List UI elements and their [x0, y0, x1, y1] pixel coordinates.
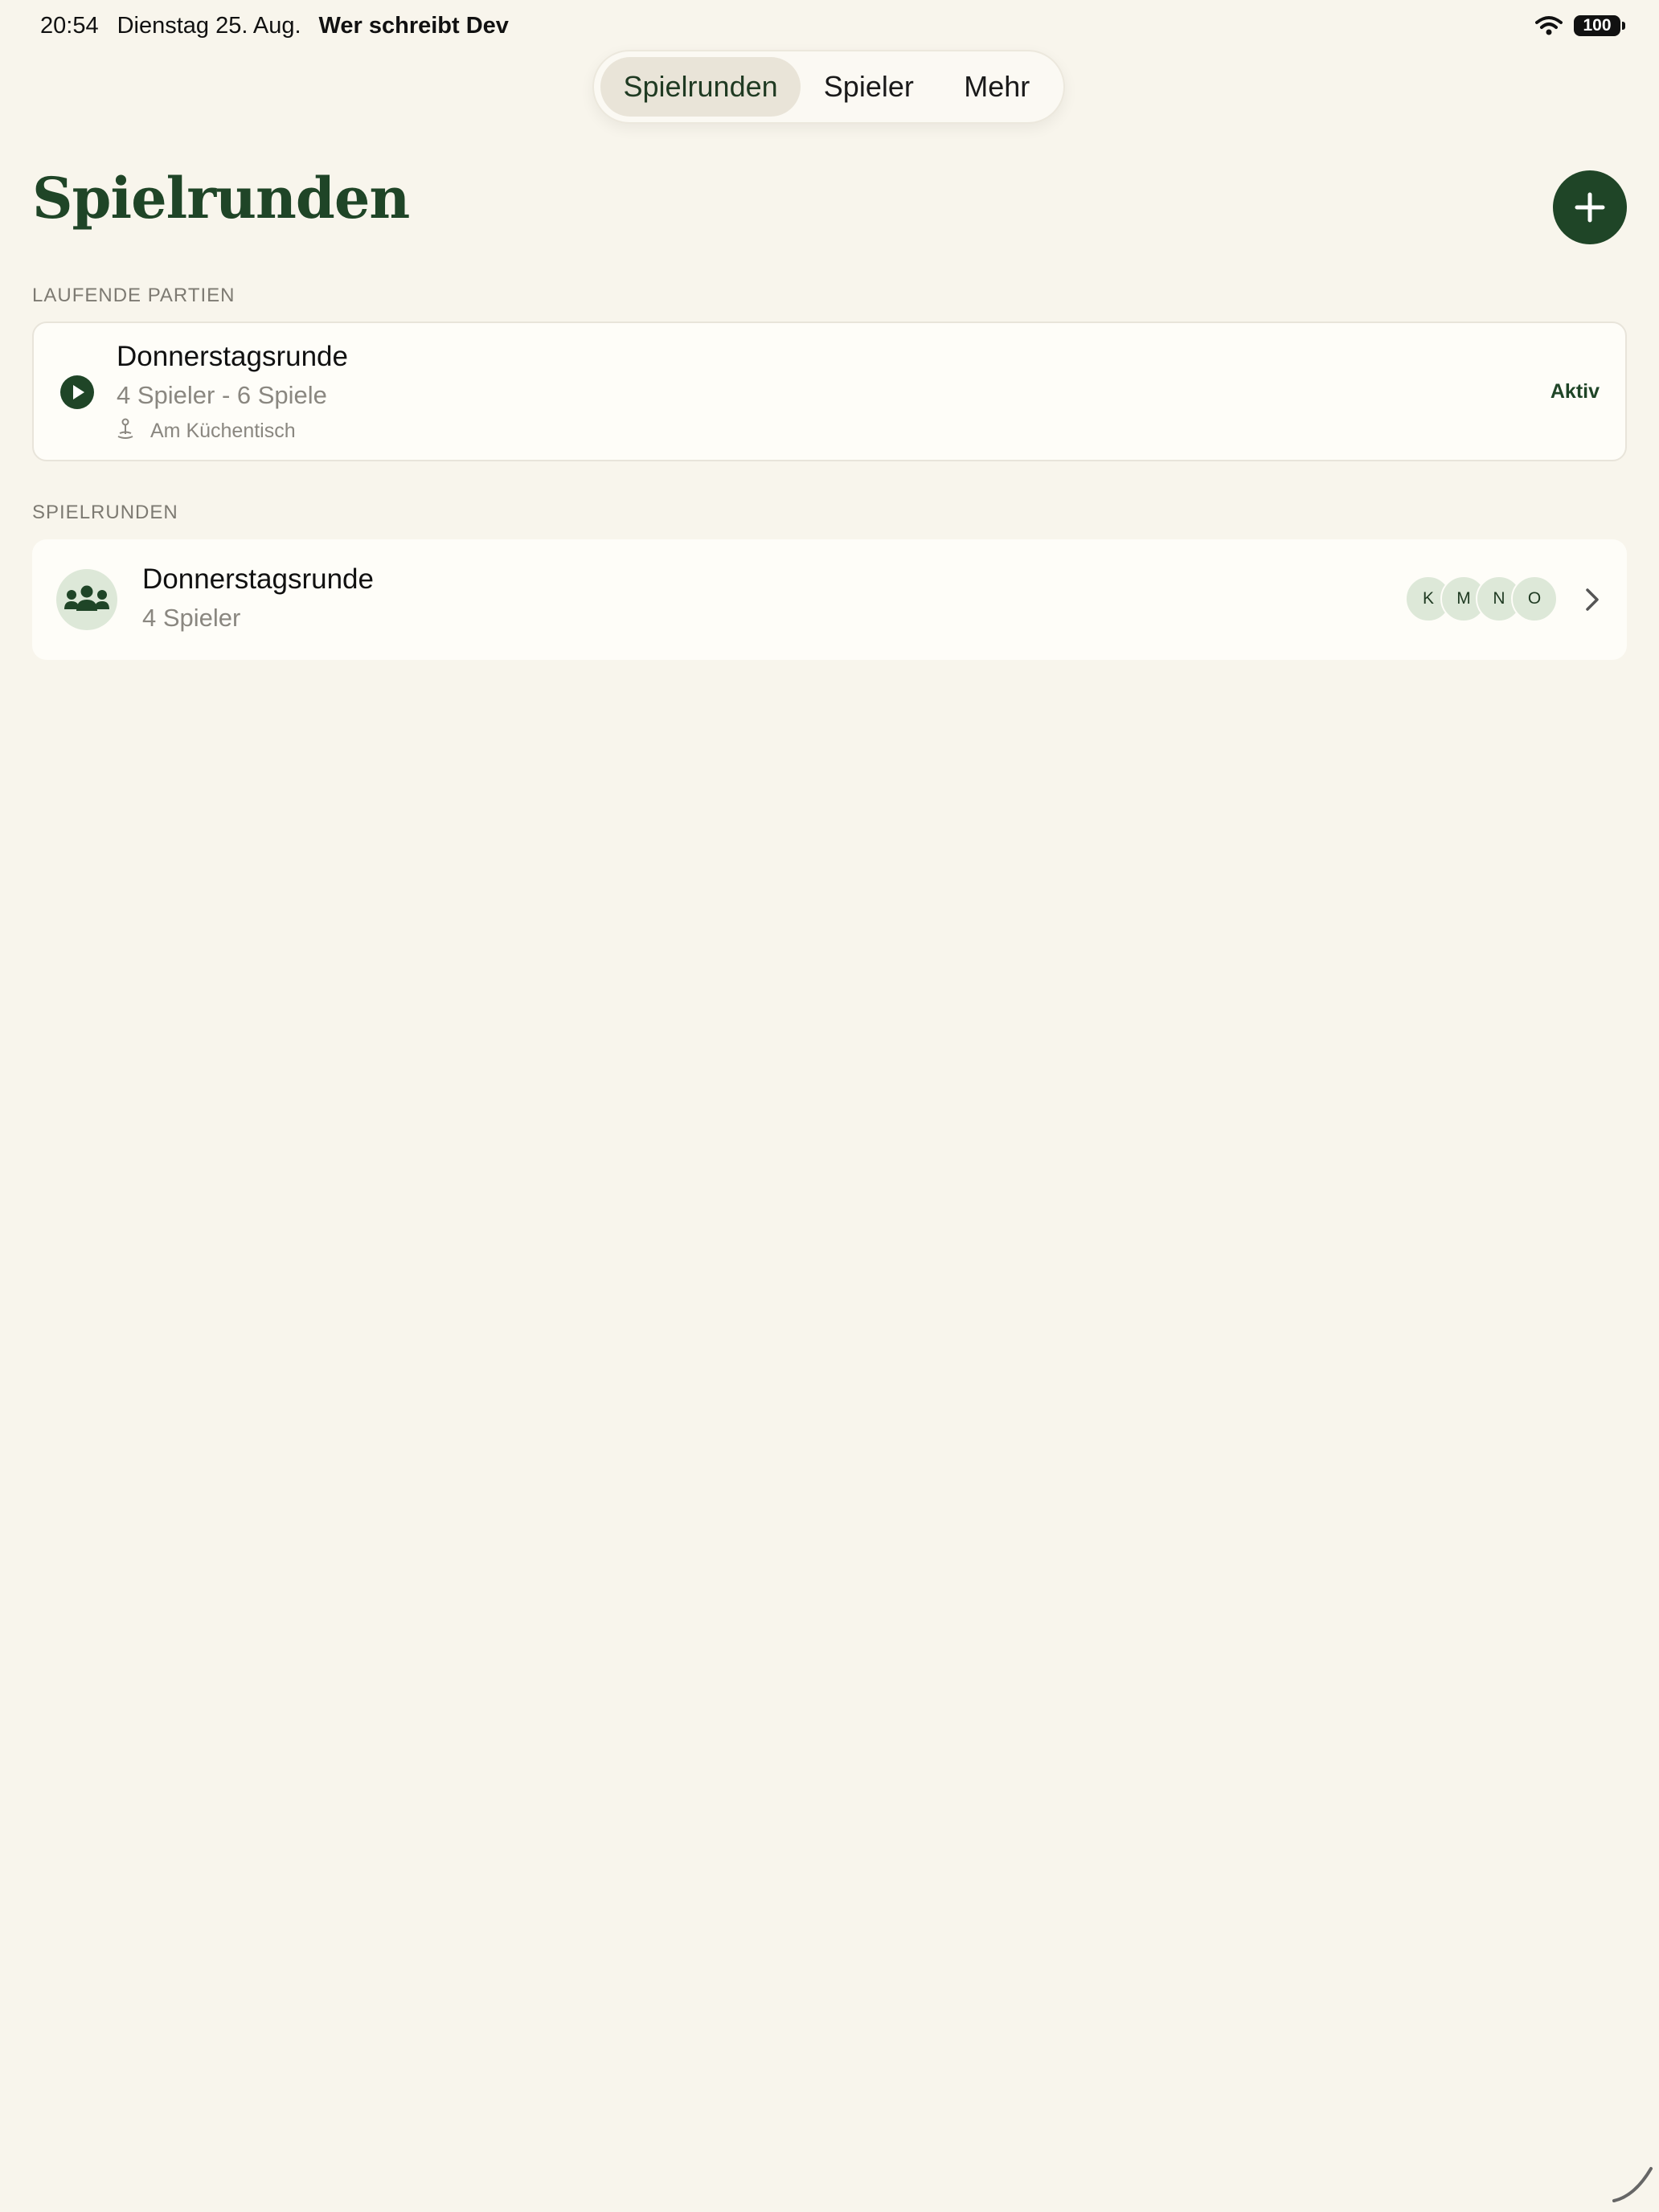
group-title: Donnerstagsrunde: [142, 563, 374, 595]
status-badge: Aktiv: [1550, 380, 1600, 403]
running-match-card[interactable]: Donnerstagsrunde 4 Spieler - 6 Spiele Am…: [32, 322, 1627, 461]
running-match-title: Donnerstagsrunde: [117, 341, 348, 372]
tab-mehr[interactable]: Mehr: [937, 57, 1057, 117]
page-title: Spielrunden: [32, 165, 410, 231]
tab-spieler[interactable]: Spieler: [801, 57, 936, 117]
status-date: Dienstag 25. Aug.: [117, 12, 301, 39]
wifi-icon: [1535, 16, 1563, 35]
group-card[interactable]: Donnerstagsrunde 4 Spieler K M N O: [32, 539, 1627, 660]
groups-section-header: SPIELRUNDEN: [32, 502, 178, 523]
play-icon: [60, 375, 94, 409]
battery-level: 100: [1583, 16, 1612, 35]
status-bar: 20:54 Dienstag 25. Aug. Wer schreibt Dev…: [40, 11, 1625, 40]
plus-icon: [1575, 192, 1605, 223]
pin-icon: [117, 418, 133, 439]
running-section-header: LAUFENDE PARTIEN: [32, 285, 236, 306]
player-avatars: K M N O: [1405, 576, 1566, 622]
tab-switcher: Spielrunden Spieler Mehr: [592, 50, 1065, 124]
tab-spielrunden[interactable]: Spielrunden: [600, 57, 801, 117]
status-time: 20:54: [40, 12, 99, 39]
status-indicators: 100: [1535, 15, 1625, 36]
player-avatar: O: [1511, 576, 1558, 622]
people-icon: [64, 585, 109, 611]
add-button[interactable]: [1553, 170, 1627, 244]
group-subtitle: 4 Spieler: [142, 604, 241, 632]
status-app-name: Wer schreibt Dev: [318, 12, 509, 39]
pencil-hover-indicator: [1612, 2167, 1653, 2202]
app-screen: 20:54 Dienstag 25. Aug. Wer schreibt Dev…: [0, 0, 1659, 2212]
running-match-location: Am Küchentisch: [150, 420, 296, 442]
running-match-meta: 4 Spieler - 6 Spiele: [117, 381, 327, 409]
battery-icon: 100: [1574, 15, 1625, 36]
group-avatar: [56, 569, 117, 630]
chevron-right-icon[interactable]: [1585, 588, 1600, 612]
